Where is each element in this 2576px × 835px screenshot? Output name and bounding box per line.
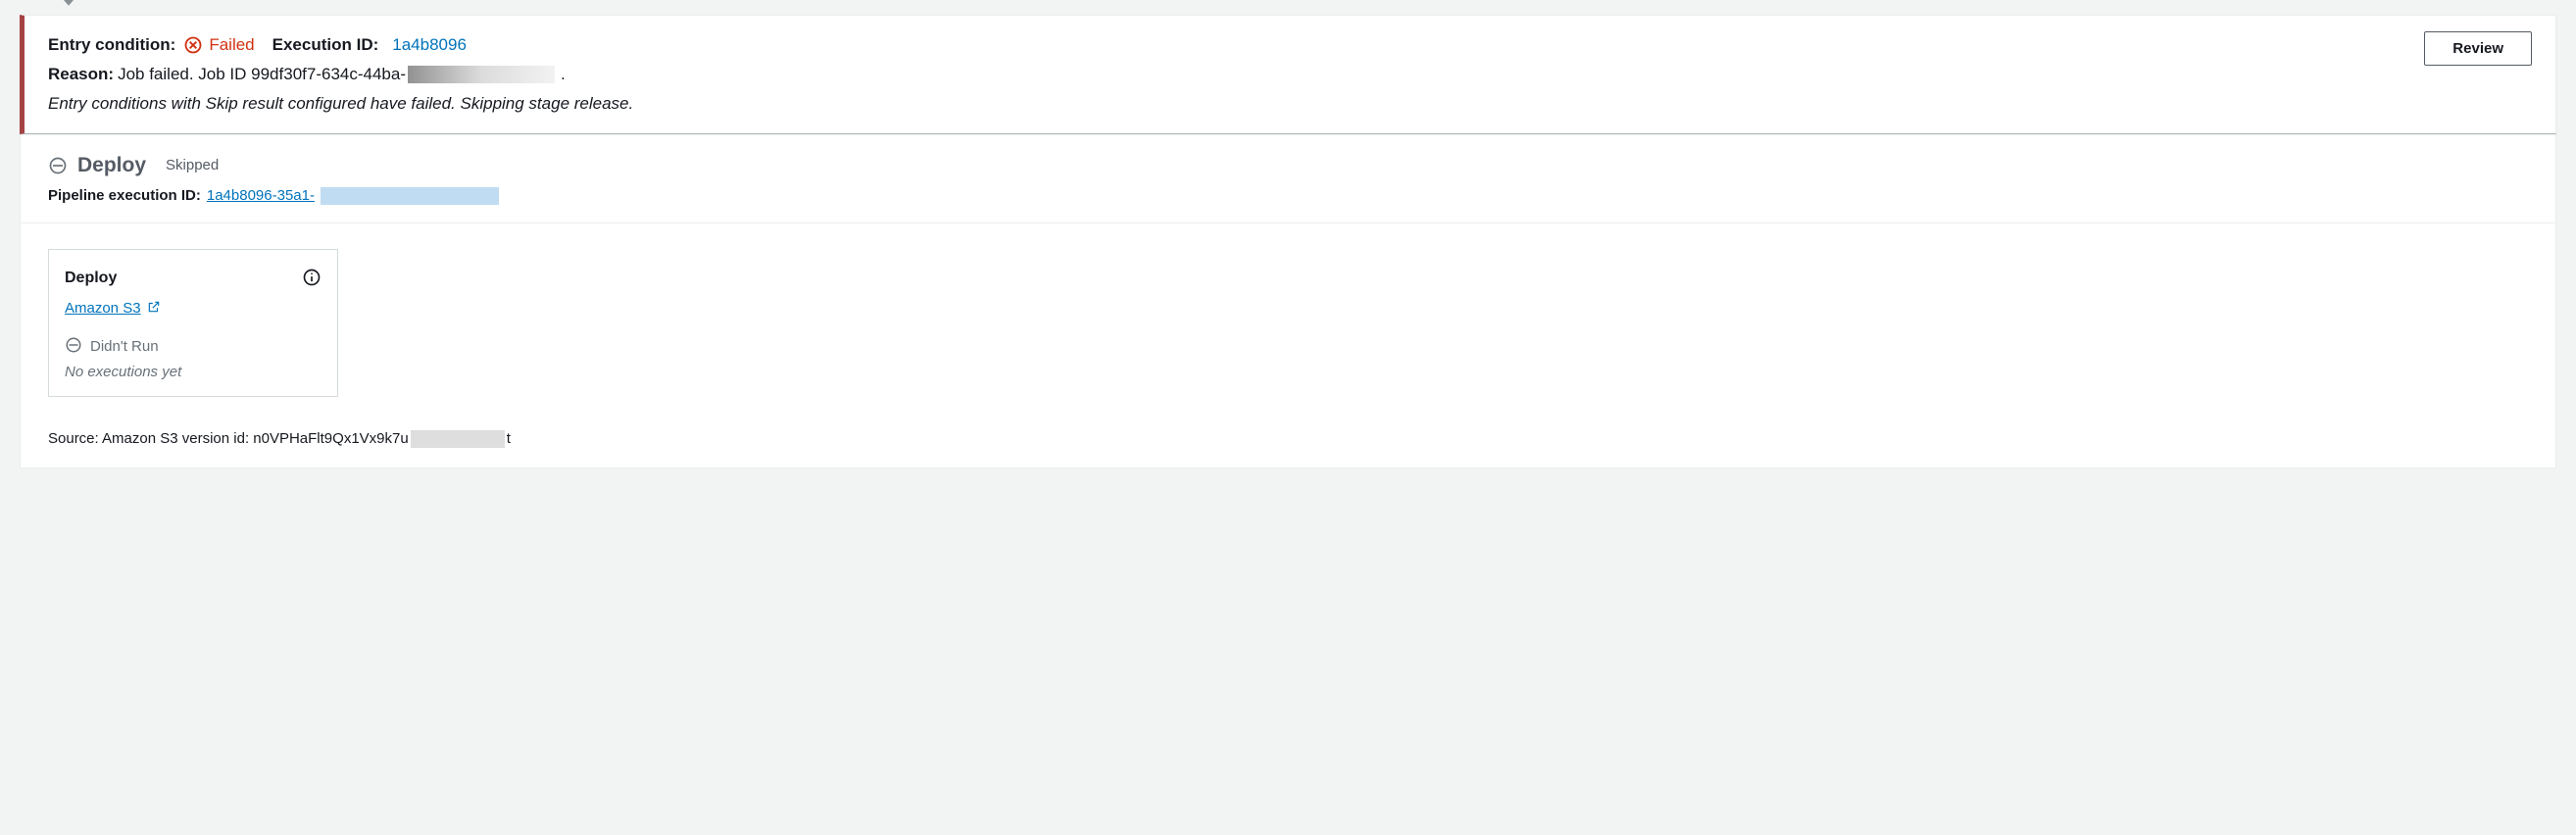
- source-text-suffix: t: [507, 430, 511, 447]
- skip-message-text: Entry conditions with Skip result config…: [48, 94, 2532, 114]
- status-failed-text: Failed: [209, 33, 254, 57]
- action-card-header: Deploy: [65, 268, 322, 290]
- stage-title-row: Deploy Skipped: [48, 154, 2528, 177]
- stage-panel: Deploy Skipped Pipeline execution ID: 1a…: [20, 133, 2556, 468]
- pipeline-arrow-icon: [20, 0, 2556, 11]
- pipeline-execution-id-label: Pipeline execution ID:: [48, 187, 201, 204]
- entry-condition-label: Entry condition:: [48, 33, 175, 57]
- stage-name: Deploy: [77, 154, 146, 177]
- info-icon[interactable]: [302, 268, 322, 290]
- didnt-run-row: Didn't Run: [65, 336, 322, 358]
- execution-id-label: Execution ID:: [272, 33, 379, 57]
- entry-condition-row: Entry condition: Failed Execution ID: 1a…: [48, 33, 2532, 57]
- pipeline-execution-row: Pipeline execution ID: 1a4b8096-35a1-: [48, 187, 2528, 205]
- entry-condition-panel: Review Entry condition: Failed Execution…: [20, 15, 2556, 134]
- provider-link[interactable]: Amazon S3: [65, 300, 141, 317]
- reason-row: Reason: Job failed. Job ID 99df30f7-634c…: [48, 65, 2532, 84]
- skipped-icon: [48, 156, 68, 175]
- action-card: Deploy Amazon S3: [48, 249, 338, 397]
- no-executions-text: No executions yet: [65, 364, 322, 380]
- reason-label: Reason:: [48, 65, 114, 84]
- stage-body: Deploy Amazon S3: [21, 223, 2555, 467]
- failed-icon: [183, 35, 203, 55]
- execution-id-link[interactable]: 1a4b8096: [392, 33, 467, 57]
- review-button[interactable]: Review: [2424, 31, 2532, 66]
- source-row: Source: Amazon S3 version id: n0VPHaFlt9…: [48, 430, 2528, 448]
- action-provider-row: Amazon S3: [65, 300, 322, 317]
- reason-text-prefix: Job failed. Job ID 99df30f7-634c-44ba-: [118, 65, 406, 84]
- redacted-region: [408, 66, 555, 83]
- redacted-region: [321, 187, 499, 205]
- redacted-region: [411, 430, 505, 448]
- external-link-icon: [147, 300, 161, 317]
- stage-header: Deploy Skipped Pipeline execution ID: 1a…: [21, 134, 2555, 223]
- status-failed-indicator: Failed: [183, 33, 254, 57]
- pipeline-execution-id-link[interactable]: 1a4b8096-35a1-: [207, 187, 315, 204]
- source-text-prefix: Source: Amazon S3 version id: n0VPHaFlt9…: [48, 430, 409, 447]
- action-title: Deploy: [65, 270, 117, 287]
- didnt-run-text: Didn't Run: [90, 338, 159, 355]
- stage-status-text: Skipped: [166, 157, 219, 173]
- reason-text-suffix: .: [561, 65, 566, 84]
- didnt-run-icon: [65, 336, 82, 358]
